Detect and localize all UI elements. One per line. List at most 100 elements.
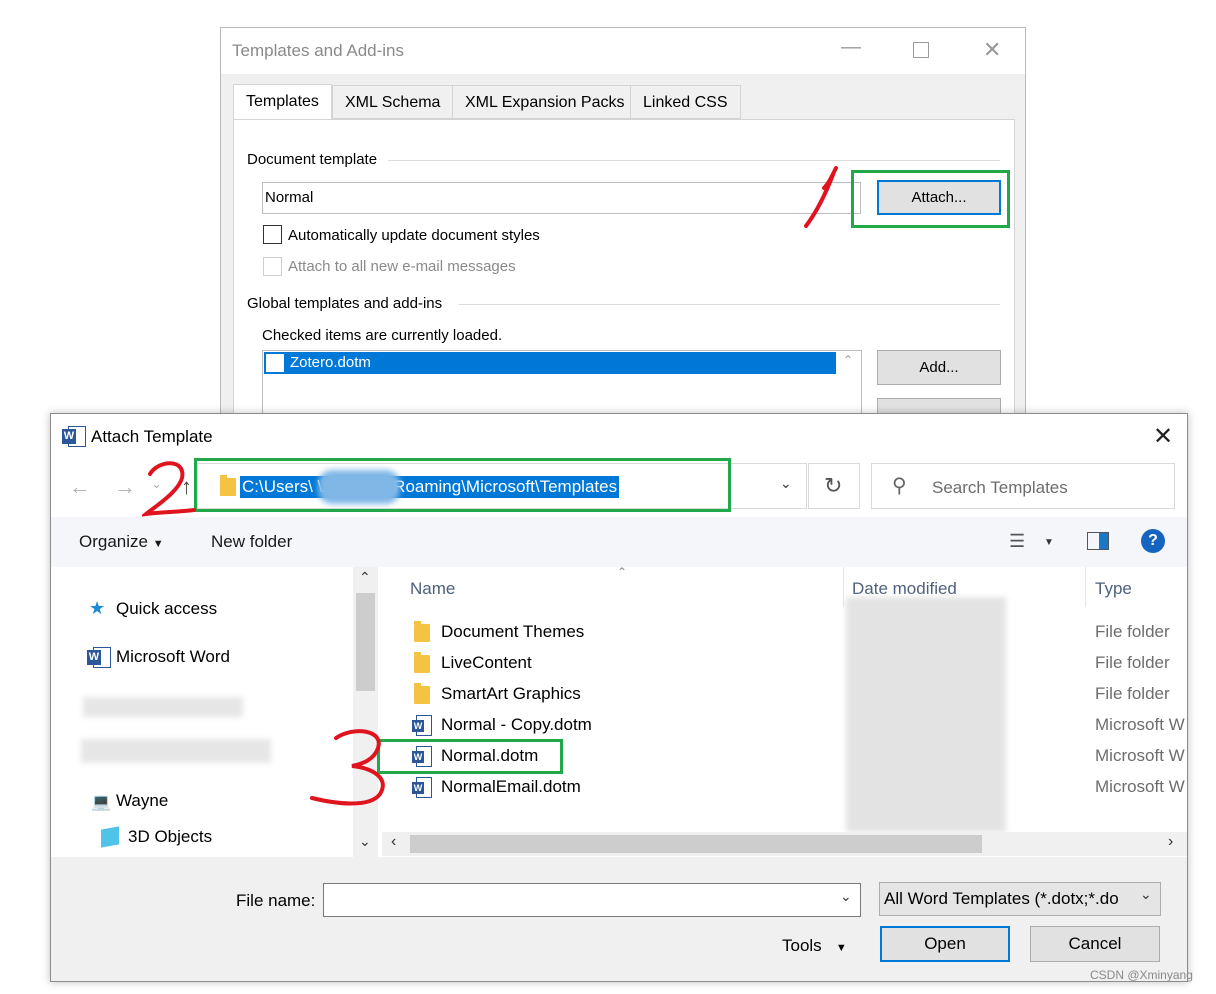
chevron-down-icon: ⌄ bbox=[1140, 886, 1152, 902]
word-icon: W bbox=[87, 647, 111, 668]
list-item[interactable]: SmartArt Graphics File folder bbox=[382, 681, 1187, 709]
list-item[interactable]: W Normal - Copy.dotm Microsoft W bbox=[382, 712, 1187, 740]
folder-icon bbox=[414, 652, 430, 673]
file-name: Normal - Copy.dotm bbox=[441, 715, 592, 734]
divider bbox=[388, 160, 1000, 161]
help-icon[interactable]: ? bbox=[1141, 529, 1165, 553]
file-type: File folder bbox=[1095, 684, 1170, 703]
title-bar: Templates and Add-ins — ✕ bbox=[221, 28, 1025, 74]
horizontal-scrollbar[interactable]: ‹ › bbox=[382, 832, 1187, 856]
add-button-label: Add... bbox=[919, 359, 959, 376]
organize-button[interactable]: Organize ▼ bbox=[79, 532, 164, 552]
scroll-thumb[interactable] bbox=[410, 835, 982, 853]
minimize-icon[interactable]: — bbox=[841, 36, 861, 59]
toolbar: Organize ▼ New folder ☰ ▼ ? bbox=[51, 517, 1187, 567]
annotation-3 bbox=[310, 729, 385, 806]
file-name: SmartArt Graphics bbox=[441, 684, 581, 703]
list-item[interactable]: Document Themes File folder bbox=[382, 619, 1187, 647]
scroll-left-icon[interactable]: ‹ bbox=[391, 833, 396, 851]
cancel-button[interactable]: Cancel bbox=[1030, 926, 1160, 962]
attach-email-label: Attach to all new e-mail messages bbox=[288, 258, 516, 275]
tab-xml-schema[interactable]: XML Schema bbox=[332, 85, 454, 119]
star-icon: ★ bbox=[89, 598, 106, 618]
file-name: NormalEmail.dotm bbox=[441, 777, 581, 796]
preview-pane-icon[interactable] bbox=[1087, 532, 1109, 550]
addin-checkbox[interactable] bbox=[266, 354, 284, 372]
auto-update-checkbox[interactable] bbox=[263, 225, 282, 244]
scroll-up-icon[interactable]: ⌃ bbox=[843, 353, 853, 367]
folder-icon bbox=[414, 621, 430, 642]
forward-arrow-icon[interactable]: → bbox=[114, 474, 136, 500]
tools-label: Tools bbox=[782, 936, 822, 955]
chevron-down-icon[interactable]: ⌄ bbox=[840, 888, 852, 905]
sort-arrow-icon: ⌃ bbox=[617, 565, 628, 579]
close-icon[interactable]: ✕ bbox=[983, 37, 1001, 63]
maximize-icon[interactable] bbox=[913, 42, 929, 58]
column-divider bbox=[1085, 567, 1086, 607]
caret-down-icon: ▼ bbox=[152, 538, 164, 550]
global-templates-label: Global templates and add-ins bbox=[247, 295, 443, 312]
file-type-select[interactable]: All Word Templates (*.dotx;*.do ⌄ bbox=[879, 882, 1161, 916]
word-icon: W bbox=[62, 426, 86, 447]
caret-down-icon[interactable]: ▼ bbox=[1044, 537, 1054, 548]
nav-item-microsoft-word[interactable]: Microsoft Word bbox=[116, 647, 230, 667]
new-folder-button[interactable]: New folder bbox=[211, 532, 292, 552]
templates-panel: Document template Normal Attach... Autom… bbox=[233, 119, 1015, 420]
scroll-thumb[interactable] bbox=[356, 593, 375, 691]
scroll-right-icon[interactable]: › bbox=[1168, 833, 1173, 851]
chevron-down-icon[interactable]: ⌄ bbox=[780, 475, 792, 492]
dialog-footer: File name: ⌄ All Word Templates (*.dotx;… bbox=[51, 857, 1187, 981]
column-date-modified[interactable]: Date modified bbox=[852, 579, 1022, 599]
addins-list[interactable]: Zotero.dotm ⌃ bbox=[262, 350, 862, 420]
file-name-label: File name: bbox=[236, 891, 316, 910]
tools-button[interactable]: Tools ▼ bbox=[782, 936, 847, 956]
open-button[interactable]: Open bbox=[880, 926, 1010, 962]
redacted-dates bbox=[846, 597, 1006, 832]
document-template-input[interactable]: Normal bbox=[262, 182, 861, 214]
attach-email-checkbox bbox=[263, 257, 282, 276]
search-icon: ⚲ bbox=[892, 475, 907, 497]
dialog-title: Attach Template bbox=[91, 427, 213, 446]
list-item[interactable]: W NormalEmail.dotm Microsoft W bbox=[382, 774, 1187, 802]
column-type[interactable]: Type bbox=[1095, 579, 1132, 599]
file-name: Document Themes bbox=[441, 622, 585, 641]
file-name-input[interactable]: ⌄ bbox=[323, 883, 861, 917]
add-button[interactable]: Add... bbox=[877, 350, 1001, 385]
file-type-value: All Word Templates (*.dotx;*.do bbox=[884, 889, 1119, 908]
tab-xml-expansion-packs[interactable]: XML Expansion Packs bbox=[452, 85, 638, 119]
word-doc-icon: W bbox=[412, 715, 432, 737]
navigation-pane: ★ Quick access W Microsoft Word 💻 Wayne … bbox=[51, 567, 378, 857]
file-list: ⌃ Name Date modified Type Document Theme… bbox=[382, 565, 1187, 857]
column-divider bbox=[843, 567, 844, 607]
annotation-2 bbox=[142, 461, 196, 517]
list-item[interactable]: Zotero.dotm bbox=[264, 352, 836, 374]
folder-icon bbox=[414, 683, 430, 704]
divider bbox=[459, 304, 1000, 305]
list-item[interactable]: LiveContent File folder bbox=[382, 650, 1187, 678]
annotation-1 bbox=[804, 166, 838, 228]
caret-down-icon: ▼ bbox=[835, 942, 847, 954]
nav-item-quick-access[interactable]: Quick access bbox=[116, 599, 217, 619]
organize-label: Organize bbox=[79, 532, 148, 551]
refresh-icon: ↻ bbox=[824, 473, 843, 498]
view-options-icon[interactable]: ☰ bbox=[1009, 531, 1025, 552]
nav-item-wayne[interactable]: Wayne bbox=[116, 791, 168, 811]
file-type: File folder bbox=[1095, 653, 1170, 672]
nav-item-3d-objects[interactable]: 3D Objects bbox=[128, 827, 212, 847]
back-arrow-icon[interactable]: ← bbox=[69, 474, 91, 500]
close-icon[interactable]: ✕ bbox=[1153, 422, 1173, 451]
column-name[interactable]: Name bbox=[410, 579, 455, 599]
document-template-label: Document template bbox=[247, 151, 378, 168]
tab-linked-css[interactable]: Linked CSS bbox=[630, 85, 741, 119]
open-button-label: Open bbox=[924, 934, 966, 953]
nav-scrollbar[interactable]: ⌃ ⌄ bbox=[353, 567, 378, 857]
search-box[interactable]: ⚲ Search Templates bbox=[871, 463, 1175, 509]
word-doc-icon: W bbox=[412, 777, 432, 799]
file-type: Microsoft W bbox=[1095, 777, 1185, 796]
refresh-button[interactable]: ↻ bbox=[808, 463, 860, 509]
tab-label: XML Expansion Packs bbox=[465, 94, 625, 111]
scroll-up-icon[interactable]: ⌃ bbox=[359, 569, 371, 586]
tab-templates[interactable]: Templates bbox=[233, 84, 332, 120]
file-type: File folder bbox=[1095, 622, 1170, 641]
scroll-down-icon[interactable]: ⌄ bbox=[359, 833, 371, 850]
